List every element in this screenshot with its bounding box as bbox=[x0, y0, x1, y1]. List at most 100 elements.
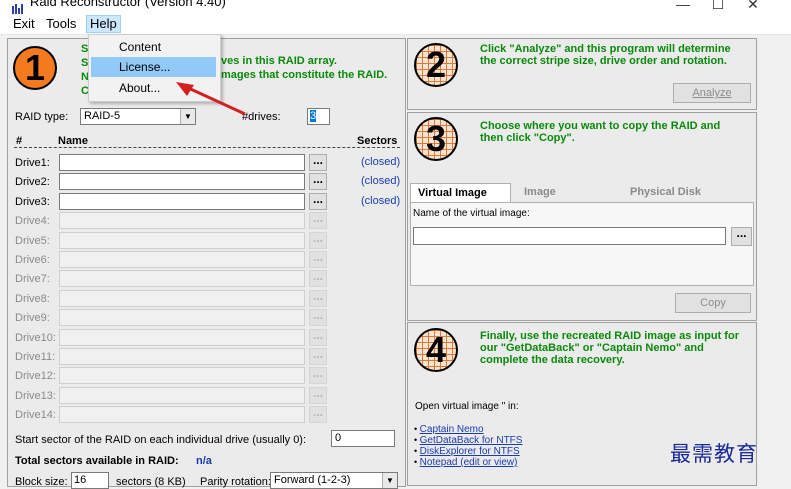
menu-item-about[interactable]: About... bbox=[91, 78, 216, 98]
browse-drive-button[interactable]: ... bbox=[309, 290, 327, 307]
drive-path-input[interactable] bbox=[59, 251, 305, 268]
browse-drive-button[interactable]: ... bbox=[309, 270, 327, 287]
total-sectors-value: n/a bbox=[196, 455, 212, 467]
link-item: • DiskExplorer for NTFS bbox=[414, 446, 520, 457]
parity-rotation-label: Parity rotation: bbox=[200, 476, 271, 488]
drive-label: Drive7: bbox=[15, 273, 50, 285]
step3-text: Choose where you want to copy the RAID a… bbox=[480, 120, 721, 144]
menu-item-about-label: About... bbox=[119, 81, 161, 95]
menu-item-content-label: Content bbox=[119, 40, 162, 54]
drive-path-input[interactable] bbox=[59, 367, 305, 384]
drive-path-input[interactable] bbox=[59, 270, 305, 287]
open-with-links: • Captain Nemo • GetDataBack for NTFS • … bbox=[414, 424, 522, 468]
browse-drive-button[interactable]: ... bbox=[309, 348, 327, 365]
chevron-down-icon: ▼ bbox=[180, 109, 195, 124]
browse-drive-button[interactable]: ... bbox=[309, 232, 327, 249]
tab-image[interactable]: Image bbox=[524, 186, 556, 198]
step2-circle: 2 bbox=[414, 43, 458, 87]
drive-path-input[interactable] bbox=[59, 212, 305, 229]
window-title: Raid Reconstructor (Version 4.40) bbox=[30, 0, 226, 9]
browse-drive-button[interactable]: ... bbox=[309, 406, 327, 423]
link-item: • Captain Nemo bbox=[414, 424, 484, 435]
browse-drive-button[interactable]: ... bbox=[309, 212, 327, 229]
start-sector-value: 0 bbox=[335, 432, 342, 444]
diskexplorer-ntfs-link[interactable]: DiskExplorer for NTFS bbox=[420, 446, 520, 457]
step1-text-line2: mages that constitute the RAID. bbox=[221, 69, 388, 81]
col-name-header: Name bbox=[58, 135, 88, 147]
step2-text: Click "Analyze" and this program will de… bbox=[480, 43, 731, 67]
drive-path-input[interactable] bbox=[59, 154, 305, 171]
drive-label: Drive2: bbox=[15, 176, 50, 188]
menu-item-license-label: License... bbox=[119, 60, 171, 74]
drive-label: Drive8: bbox=[15, 293, 50, 305]
drive-path-input[interactable] bbox=[59, 348, 305, 365]
menu-exit[interactable]: Exit bbox=[10, 16, 38, 32]
copy-button[interactable]: Copy bbox=[675, 293, 751, 313]
drive-label: Drive4: bbox=[15, 215, 50, 227]
drive-path-input[interactable] bbox=[59, 309, 305, 326]
minimize-button[interactable]: — bbox=[668, 0, 698, 14]
drive-label: Drive14: bbox=[15, 409, 56, 421]
drive-path-input[interactable] bbox=[59, 232, 305, 249]
step1-circle: 1 bbox=[13, 46, 57, 90]
virtual-image-name-label: Name of the virtual image: bbox=[413, 208, 530, 219]
browse-drive-button[interactable]: ... bbox=[309, 193, 327, 210]
captain-nemo-link[interactable]: Captain Nemo bbox=[420, 424, 484, 435]
menu-tools[interactable]: Tools bbox=[43, 16, 79, 32]
parity-rotation-select[interactable]: Forward (1-2-3) ▼ bbox=[270, 472, 398, 489]
analyze-button[interactable]: Analyze bbox=[673, 83, 751, 103]
menu-item-license[interactable]: License... bbox=[91, 57, 216, 77]
close-button[interactable]: ✕ bbox=[738, 0, 768, 14]
drive-label: Drive5: bbox=[15, 235, 50, 247]
drive-label: Drive11: bbox=[15, 351, 56, 363]
help-menu-dropdown: Content License... About... bbox=[88, 34, 221, 102]
block-size-label: Block size: bbox=[15, 476, 68, 488]
drive-path-input[interactable] bbox=[59, 193, 305, 210]
drive-label: Drive3: bbox=[15, 196, 50, 208]
browse-drive-button[interactable]: ... bbox=[309, 173, 327, 190]
drive-label: Drive1: bbox=[15, 157, 50, 169]
browse-virtual-image-button[interactable]: ... bbox=[731, 227, 752, 246]
drive-path-input[interactable] bbox=[59, 290, 305, 307]
link-item: • Notepad (edit or view) bbox=[414, 457, 518, 468]
start-sector-input[interactable]: 0 bbox=[331, 430, 395, 447]
drive-status: (closed) bbox=[361, 175, 401, 187]
drive-path-input[interactable] bbox=[59, 173, 305, 190]
step4-number: 4 bbox=[425, 329, 447, 370]
block-size-input[interactable]: 16 bbox=[71, 472, 109, 489]
raid-type-label: RAID type: bbox=[15, 111, 69, 123]
step3-number: 3 bbox=[425, 118, 447, 159]
drives-count-label: #drives: bbox=[242, 111, 281, 123]
block-size-value: 16 bbox=[74, 474, 87, 486]
drive-path-input[interactable] bbox=[59, 387, 305, 404]
step2-number: 2 bbox=[425, 44, 447, 85]
drive-path-input[interactable] bbox=[59, 406, 305, 423]
drive-label: Drive10: bbox=[15, 332, 56, 344]
step4-text: Finally, use the recreated RAID image as… bbox=[480, 330, 739, 366]
menu-help[interactable]: Help bbox=[86, 15, 121, 33]
browse-drive-button[interactable]: ... bbox=[309, 309, 327, 326]
browse-drive-button[interactable]: ... bbox=[309, 329, 327, 346]
drive-status: (closed) bbox=[361, 195, 401, 207]
virtual-image-name-input[interactable] bbox=[413, 227, 726, 245]
drive-label: Drive12: bbox=[15, 370, 56, 382]
drives-count-input[interactable]: 3 bbox=[307, 108, 330, 125]
raid-type-select[interactable]: RAID-5 ▼ bbox=[80, 108, 196, 125]
open-virtual-image-label: Open virtual image " in: bbox=[415, 401, 519, 412]
getdataback-ntfs-link[interactable]: GetDataBack for NTFS bbox=[420, 435, 523, 446]
drive-label: Drive9: bbox=[15, 312, 50, 324]
tab-physical-disk[interactable]: Physical Disk bbox=[630, 186, 701, 198]
maximize-button[interactable]: ☐ bbox=[703, 0, 733, 14]
col-sectors-header: Sectors bbox=[357, 135, 398, 147]
notepad-link[interactable]: Notepad (edit or view) bbox=[420, 457, 518, 468]
browse-drive-button[interactable]: ... bbox=[309, 367, 327, 384]
drive-path-input[interactable] bbox=[59, 329, 305, 346]
watermark-text: 最需教育 bbox=[670, 442, 758, 466]
total-sectors-label: Total sectors available in RAID: bbox=[15, 455, 179, 467]
browse-drive-button[interactable]: ... bbox=[309, 154, 327, 171]
raid-type-value: RAID-5 bbox=[84, 110, 121, 122]
tab-virtual-image[interactable]: Virtual Image bbox=[410, 183, 511, 203]
browse-drive-button[interactable]: ... bbox=[309, 387, 327, 404]
browse-drive-button[interactable]: ... bbox=[309, 251, 327, 268]
menu-item-content[interactable]: Content bbox=[91, 37, 216, 57]
